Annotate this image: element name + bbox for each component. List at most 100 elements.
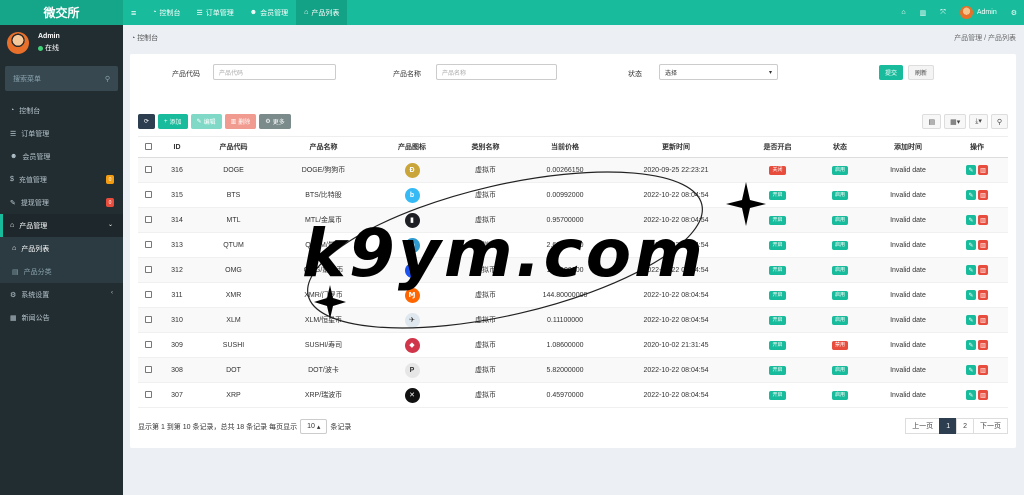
brand-logo[interactable]: 微交所 [0, 0, 123, 25]
row-delete-button[interactable]: ▥ [978, 315, 988, 325]
sidebar-item-settings[interactable]: ⚙ 系统设置 ‹ [0, 283, 123, 306]
col-open[interactable]: 是否开启 [745, 136, 810, 158]
row-edit-button[interactable]: ✎ [966, 290, 976, 300]
status-label[interactable]: 启用 [831, 215, 848, 225]
status-label[interactable]: 禁用 [831, 340, 848, 350]
open-toggle-label[interactable]: 开启 [769, 240, 786, 250]
row-edit-button[interactable]: ✎ [966, 315, 976, 325]
status-label[interactable]: 启用 [831, 165, 848, 175]
row-checkbox[interactable] [138, 257, 158, 283]
col-price[interactable]: 当前价格 [523, 136, 607, 158]
open-toggle-label[interactable]: 开启 [769, 190, 786, 200]
settings-button[interactable]: ⚙ [1004, 9, 1024, 17]
col-id[interactable]: ID [158, 136, 196, 158]
status-label[interactable]: 启用 [831, 365, 848, 375]
sidebar-item-withdraw[interactable]: ✎ 提现管理 0 [0, 191, 123, 214]
toggle-view-button[interactable]: ▤ [922, 114, 942, 129]
col-updated[interactable]: 更新时间 [607, 136, 745, 158]
status-label[interactable]: 启用 [831, 390, 848, 400]
status-select[interactable]: 选择 ▾ [659, 64, 778, 80]
col-category[interactable]: 类别名称 [448, 136, 523, 158]
row-delete-button[interactable]: ▥ [978, 365, 988, 375]
row-checkbox[interactable] [138, 307, 158, 333]
reset-button[interactable]: 刷新 [908, 65, 935, 80]
more-button[interactable]: ⚙ 更多 [259, 114, 291, 129]
row-edit-button[interactable]: ✎ [966, 190, 976, 200]
submit-button[interactable]: 提交 [879, 65, 904, 80]
open-toggle-label[interactable]: 开启 [769, 315, 786, 325]
row-edit-button[interactable]: ✎ [966, 340, 976, 350]
row-edit-button[interactable]: ✎ [966, 215, 976, 225]
search-button[interactable]: ⚲ [990, 114, 1008, 129]
refresh-button[interactable]: ⟳ [138, 114, 156, 129]
code-input[interactable]: 产品代码 [213, 64, 336, 80]
select-all-checkbox[interactable] [138, 136, 158, 158]
row-edit-button[interactable]: ✎ [966, 240, 976, 250]
row-checkbox[interactable] [138, 232, 158, 258]
name-input[interactable]: 产品名称 [436, 64, 557, 80]
topnav-orders[interactable]: ☰ 订单管理 [189, 0, 242, 25]
open-toggle-label[interactable]: 开启 [769, 265, 786, 275]
col-added[interactable]: 添加时间 [870, 136, 946, 158]
row-checkbox[interactable] [138, 182, 158, 208]
menu-toggle-button[interactable]: ≡ [123, 0, 144, 25]
status-label[interactable]: 启用 [831, 240, 848, 250]
add-button[interactable]: + 添加 [158, 114, 188, 129]
sidebar-item-product-list[interactable]: ⌂ 产品列表 [0, 237, 123, 260]
table-row[interactable]: 310 XLM XLM/恒星币 ✈ 虚拟币 0.11100000 2022-10-22 08… [138, 307, 1008, 333]
fullscreen-button[interactable]: ⤧ [933, 9, 953, 17]
col-name[interactable]: 产品名称 [271, 136, 376, 158]
status-label[interactable]: 启用 [831, 290, 848, 300]
row-checkbox[interactable] [138, 382, 158, 408]
status-label[interactable]: 启用 [831, 265, 848, 275]
row-edit-button[interactable]: ✎ [966, 390, 976, 400]
open-toggle-label[interactable]: 开启 [769, 340, 786, 350]
sidebar-item-dashboard[interactable]: ◔ 控制台 [0, 99, 123, 122]
columns-button[interactable]: ▦▾ [944, 114, 967, 129]
sidebar-item-news[interactable]: ▦ 新闻公告 [0, 306, 123, 329]
col-code[interactable]: 产品代码 [196, 136, 271, 158]
page-2-button[interactable]: 2 [956, 418, 974, 434]
open-toggle-label[interactable]: 开启 [769, 215, 786, 225]
sidebar-item-product-category[interactable]: ▤ 产品分类 [0, 260, 123, 283]
status-label[interactable]: 启用 [831, 315, 848, 325]
row-delete-button[interactable]: ▥ [978, 265, 988, 275]
breadcrumb-link-products[interactable]: 产品管理 [954, 35, 982, 42]
row-delete-button[interactable]: ▥ [978, 165, 988, 175]
row-edit-button[interactable]: ✎ [966, 265, 976, 275]
col-status[interactable]: 状态 [810, 136, 870, 158]
home-button[interactable]: ⌂ [894, 9, 912, 16]
row-delete-button[interactable]: ▥ [978, 340, 988, 350]
table-row[interactable]: 316 DOGE DOGE/狗狗币 Ð 虚拟币 0.00266150 2020-09-25 … [138, 157, 1008, 183]
row-checkbox[interactable] [138, 332, 158, 358]
clear-cache-button[interactable]: ▥ [913, 9, 934, 17]
col-icon[interactable]: 产品图标 [376, 136, 448, 158]
row-edit-button[interactable]: ✎ [966, 365, 976, 375]
row-delete-button[interactable]: ▥ [978, 190, 988, 200]
sidebar-item-orders[interactable]: ☰ 订单管理 [0, 122, 123, 145]
row-checkbox[interactable] [138, 282, 158, 308]
prev-page-button[interactable]: 上一页 [905, 418, 941, 434]
table-row[interactable]: 313 QTUM QTUM/量子 ◎ 虚拟币 2.62300000 2022-10-22 0… [138, 232, 1008, 258]
sidebar-search-input[interactable]: 搜索菜单 ⚲ [5, 66, 118, 91]
topnav-products[interactable]: ⌂ 产品列表 [296, 0, 348, 25]
delete-button[interactable]: ▥ 删除 [224, 114, 257, 129]
export-button[interactable]: ⤓▾ [969, 114, 988, 129]
row-delete-button[interactable]: ▥ [978, 390, 988, 400]
table-row[interactable]: 314 MTL MTL/金属币 ▮ 虚拟币 0.95700000 2022-10-22 08… [138, 207, 1008, 233]
page-1-button[interactable]: 1 [939, 418, 958, 434]
row-edit-button[interactable]: ✎ [966, 165, 976, 175]
row-checkbox[interactable] [138, 207, 158, 233]
table-row[interactable]: 309 SUSHI SUSHI/寿司 ◆ 虚拟币 1.08600000 2020-10-02… [138, 332, 1008, 358]
table-row[interactable]: 311 XMR XMR/门罗币 Ɱ 虚拟币 144.80000000 2022-10-22 … [138, 282, 1008, 308]
open-toggle-label[interactable]: 开启 [769, 390, 786, 400]
row-delete-button[interactable]: ▥ [978, 240, 988, 250]
status-label[interactable]: 启用 [831, 190, 848, 200]
open-toggle-label[interactable]: 开启 [769, 290, 786, 300]
open-toggle-label[interactable]: 关闭 [769, 165, 786, 175]
edit-button[interactable]: ✎ 编辑 [190, 114, 222, 129]
row-checkbox[interactable] [138, 357, 158, 383]
row-checkbox[interactable] [138, 157, 158, 183]
user-menu[interactable]: Admin [953, 6, 1004, 19]
row-delete-button[interactable]: ▥ [978, 215, 988, 225]
